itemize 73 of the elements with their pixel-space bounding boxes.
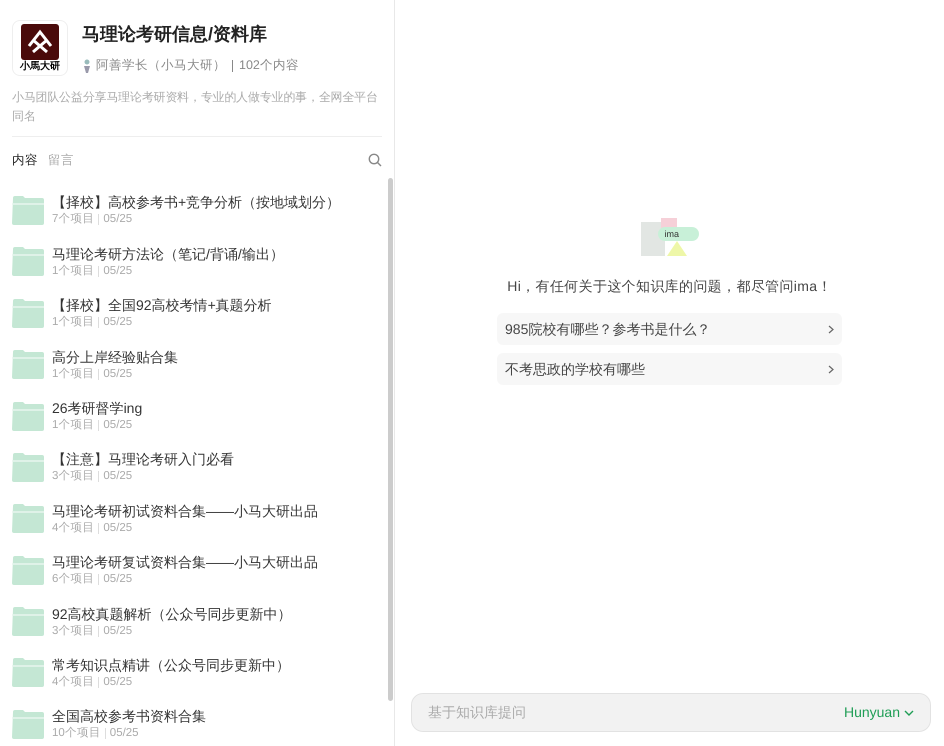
folder-date: 05/25 [103, 212, 132, 228]
search-icon[interactable] [368, 153, 382, 168]
item-count: 1个项目 [52, 315, 94, 330]
folder-date: 05/25 [103, 264, 132, 279]
folder-name: 26考研督学ing [52, 399, 142, 418]
folder-icon [12, 710, 44, 739]
folder-item[interactable]: 26考研督学ing 1个项目 05/25 [12, 390, 394, 442]
folder-icon [12, 658, 44, 688]
chevron-right-icon [828, 324, 834, 334]
folder-icon [12, 402, 44, 430]
scrollbar[interactable] [388, 178, 393, 701]
chevron-right-icon [828, 364, 834, 374]
folder-name: 【择校】高校参考书+竞争分析（按地域划分） [52, 193, 340, 212]
item-count: 3个项目 [52, 624, 94, 639]
folder-item[interactable]: 马理论考研方法论（笔记/背诵/输出） 1个项目 05/25 [12, 236, 394, 288]
folder-icon [12, 452, 44, 482]
author-name[interactable]: 阿善学长（小马大研） [96, 56, 226, 75]
folder-date: 05/25 [110, 726, 139, 742]
logo-text: 小馬大研 [20, 62, 60, 72]
folder-date: 05/25 [103, 572, 132, 588]
ima-logo-text: ima [664, 228, 680, 241]
folder-date: 05/25 [103, 366, 132, 382]
item-count: 3个项目 [52, 469, 94, 484]
item-count: 1个项目 [52, 418, 94, 433]
folder-date: 05/25 [103, 520, 132, 536]
item-count: 6个项目 [52, 572, 94, 588]
suggested-question[interactable]: 不考思政的学校有哪些 [497, 353, 842, 385]
folder-item[interactable]: 92高校真题解析（公众号同步更新中） 3个项目 05/25 [12, 596, 394, 648]
folder-item[interactable]: 【注意】马理论考研入门必看 3个项目 05/25 [12, 442, 394, 494]
folder-date: 05/25 [103, 418, 132, 433]
folder-name: 【择校】全国92高校考情+真题分析 [52, 296, 272, 316]
content-count: 102个内容 [239, 57, 299, 74]
folder-date: 05/25 [103, 469, 132, 484]
folder-name: 马理论考研复试资料合集——小马大研出品 [52, 553, 318, 572]
avatar-icon [82, 58, 92, 72]
item-count: 1个项目 [52, 264, 94, 279]
folder-item[interactable]: 马理论考研复试资料合集——小马大研出品 6个项目 05/25 [12, 544, 394, 596]
folder-item[interactable]: 马理论考研初试资料合集——小马大研出品 4个项目 05/25 [12, 493, 394, 544]
item-count: 7个项目 [52, 212, 94, 228]
greeting-text: Hi，有任何关于这个知识库的问题，都尽管问ima！ [507, 277, 832, 296]
folder-icon [12, 350, 44, 380]
folder-date: 05/25 [103, 315, 132, 330]
folder-name: 常考知识点精讲（公众号同步更新中） [52, 656, 290, 675]
folder-date: 05/25 [103, 624, 132, 639]
folder-item[interactable]: 【择校】全国92高校考情+真题分析 1个项目 05/25 [12, 288, 394, 339]
folder-item[interactable]: 【择校】高校参考书+竞争分析（按地域划分） 7个项目 05/25 [12, 184, 394, 236]
folder-name: 【注意】马理论考研入门必看 [52, 450, 234, 470]
suggested-question[interactable]: 985院校有哪些？参考书是什么？ [497, 313, 842, 345]
item-count: 1个项目 [52, 366, 94, 382]
folder-icon [12, 504, 44, 534]
folder-icon [12, 196, 44, 225]
folder-item[interactable]: 全国高校参考书资料合集 10个项目 05/25 [12, 698, 394, 746]
ima-logo-drawing [640, 218, 698, 256]
item-count: 4个项目 [52, 674, 94, 690]
folder-item[interactable]: 常考知识点精讲（公众号同步更新中） 4个项目 05/25 [12, 647, 394, 699]
folder-date: 05/25 [103, 674, 132, 690]
item-count: 4个项目 [52, 520, 94, 536]
folder-icon [12, 247, 44, 276]
item-count: 10个项目 [52, 726, 101, 742]
folder-name: 92高校真题解析（公众号同步更新中） [52, 604, 292, 624]
tab[interactable]: 内容 [12, 151, 38, 170]
folder-name: 马理论考研方法论（笔记/背诵/输出） [52, 244, 284, 264]
chevron-down-icon [904, 710, 914, 716]
folder-icon [12, 556, 44, 585]
library-description: 小马团队公益分享马理论考研资料，专业的人做专业的事，全网全平台同名 [12, 88, 382, 137]
folder-item[interactable]: 高分上岸经验贴合集 1个项目 05/25 [12, 338, 394, 390]
folder-name: 马理论考研初试资料合集——小马大研出品 [52, 502, 318, 521]
logo-mark-icon [21, 24, 59, 60]
library-title: 马理论考研信息/资料库 [82, 23, 268, 46]
folder-name: 高分上岸经验贴合集 [52, 348, 178, 367]
folder-icon [12, 607, 44, 636]
folder-name: 全国高校参考书资料合集 [52, 707, 206, 726]
folder-icon [12, 298, 44, 328]
